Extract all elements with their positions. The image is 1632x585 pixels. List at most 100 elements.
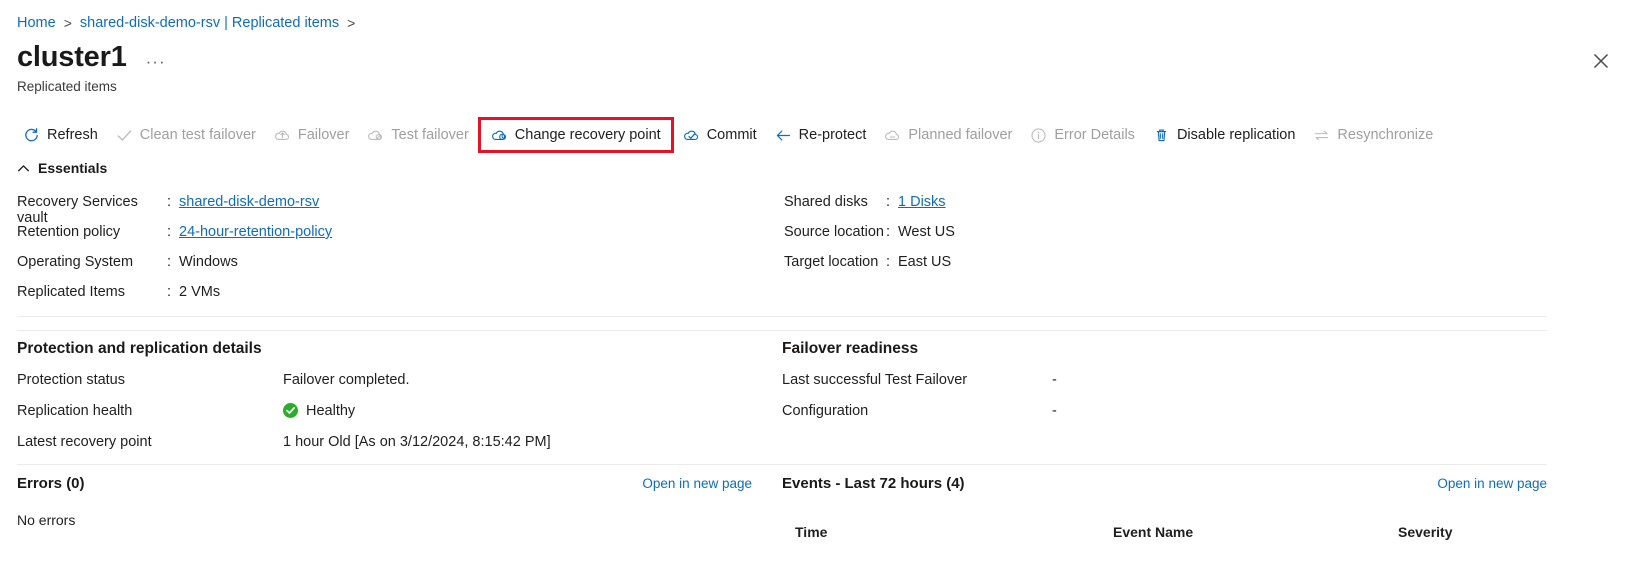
events-column-severity[interactable]: Severity bbox=[1398, 524, 1547, 540]
essentials-key: Retention policy bbox=[17, 224, 121, 240]
resynchronize-button[interactable]: Resynchronize bbox=[1304, 120, 1442, 150]
chevron-up-icon bbox=[17, 162, 30, 175]
errors-panel-title: Errors (0) bbox=[17, 475, 85, 492]
protection-details-list: Protection status Failover completed. Re… bbox=[17, 364, 551, 457]
disable-replication-button[interactable]: Disable replication bbox=[1144, 120, 1304, 150]
essentials-colon: : bbox=[167, 254, 172, 270]
essentials-row-replicated-items: Replicated Items : 2 VMs bbox=[17, 284, 332, 314]
change-recovery-point-cloud-icon bbox=[491, 127, 508, 144]
planned-failover-cloud-icon bbox=[884, 127, 901, 144]
essentials-row-operating-system: Operating System : Windows bbox=[17, 254, 332, 284]
replication-health-label: Replication health bbox=[17, 402, 133, 419]
page-title-row: cluster1 ··· bbox=[17, 40, 166, 74]
close-icon[interactable] bbox=[1588, 48, 1614, 74]
commit-button[interactable]: Commit bbox=[674, 120, 766, 150]
breadcrumb-item-replicated-items[interactable]: shared-disk-demo-rsv | Replicated items bbox=[80, 14, 339, 32]
essentials-label: Essentials bbox=[38, 160, 108, 176]
breadcrumb-separator: > bbox=[63, 15, 72, 31]
protection-status-row: Protection status Failover completed. bbox=[17, 364, 551, 395]
essentials-key: Shared disks bbox=[784, 194, 868, 210]
operating-system-value: Windows bbox=[179, 254, 238, 270]
events-table: Time Event Name Severity bbox=[782, 522, 1547, 540]
divider-bottom bbox=[17, 464, 1547, 465]
failover-button-label: Failover bbox=[297, 126, 350, 143]
test-failover-button[interactable]: Test failover bbox=[358, 120, 477, 150]
essentials-left-column: Recovery Services vault : shared-disk-de… bbox=[17, 194, 332, 314]
command-bar: Refresh Clean test failover Failover Tes… bbox=[14, 120, 1442, 150]
checkmark-icon bbox=[116, 127, 133, 144]
essentials-colon: : bbox=[886, 254, 891, 270]
protection-status-label: Protection status bbox=[17, 371, 125, 388]
info-icon bbox=[1030, 127, 1047, 144]
source-location-value: West US bbox=[898, 224, 955, 240]
retention-policy-link[interactable]: 24-hour-retention-policy bbox=[179, 224, 332, 240]
essentials-colon: : bbox=[886, 194, 891, 210]
change-recovery-point-label: Change recovery point bbox=[514, 126, 661, 143]
errors-open-in-new-page-link[interactable]: Open in new page bbox=[642, 474, 752, 494]
events-panel-title: Events - Last 72 hours (4) bbox=[782, 475, 965, 492]
re-protect-button-label: Re-protect bbox=[798, 126, 867, 143]
refresh-icon bbox=[23, 127, 40, 144]
errors-panel-header: Errors (0) Open in new page bbox=[17, 474, 752, 494]
protection-status-value: Failover completed. bbox=[283, 371, 410, 388]
essentials-row-source-location: Source location : West US bbox=[784, 224, 955, 254]
re-protect-button[interactable]: Re-protect bbox=[766, 120, 876, 150]
essentials-colon: : bbox=[167, 284, 172, 300]
breadcrumb-item-home[interactable]: Home bbox=[17, 14, 56, 32]
shared-disks-link[interactable]: 1 Disks bbox=[898, 194, 946, 210]
error-details-button-label: Error Details bbox=[1054, 126, 1135, 143]
configuration-label: Configuration bbox=[782, 402, 869, 419]
page-title: cluster1 bbox=[17, 41, 127, 73]
divider-lower bbox=[17, 330, 1547, 331]
essentials-key: Operating System bbox=[17, 254, 134, 270]
essentials-colon: : bbox=[167, 224, 172, 240]
events-table-header-row: Time Event Name Severity bbox=[782, 522, 1547, 540]
essentials-key: Target location bbox=[784, 254, 879, 270]
last-successful-test-failover-value: - bbox=[1052, 371, 1057, 388]
change-recovery-point-button[interactable]: Change recovery point bbox=[481, 120, 671, 150]
commit-button-label: Commit bbox=[706, 126, 757, 143]
essentials-toggle[interactable]: Essentials bbox=[17, 160, 107, 176]
last-successful-test-failover-row: Last successful Test Failover - bbox=[782, 364, 1057, 395]
more-options-button[interactable]: ··· bbox=[146, 53, 166, 70]
refresh-button-label: Refresh bbox=[47, 126, 98, 143]
breadcrumb: Home > shared-disk-demo-rsv | Replicated… bbox=[17, 14, 363, 32]
arrow-left-icon bbox=[775, 127, 792, 144]
failover-cloud-icon bbox=[274, 127, 291, 144]
planned-failover-button-label: Planned failover bbox=[908, 126, 1013, 143]
disable-replication-label: Disable replication bbox=[1176, 126, 1296, 143]
failover-readiness-title: Failover readiness bbox=[782, 340, 919, 357]
resynchronize-button-label: Resynchronize bbox=[1337, 126, 1434, 143]
recovery-services-vault-link[interactable]: shared-disk-demo-rsv bbox=[179, 194, 319, 210]
essentials-colon: : bbox=[886, 224, 891, 240]
resync-arrows-icon bbox=[1313, 127, 1330, 144]
target-location-value: East US bbox=[898, 254, 952, 270]
latest-recovery-point-label: Latest recovery point bbox=[17, 433, 152, 450]
clean-test-failover-button[interactable]: Clean test failover bbox=[107, 120, 265, 150]
events-column-event-name[interactable]: Event Name bbox=[1113, 524, 1398, 540]
error-details-button[interactable]: Error Details bbox=[1021, 120, 1144, 150]
essentials-key: Recovery Services vault bbox=[17, 194, 138, 226]
planned-failover-button[interactable]: Planned failover bbox=[875, 120, 1021, 150]
events-panel-header: Events - Last 72 hours (4) Open in new p… bbox=[782, 474, 1547, 494]
replication-health-row: Replication health Healthy bbox=[17, 395, 551, 426]
essentials-key: Source location bbox=[784, 224, 884, 240]
essentials-row-retention-policy: Retention policy : 24-hour-retention-pol… bbox=[17, 224, 332, 254]
essentials-row-target-location: Target location : East US bbox=[784, 254, 955, 284]
replication-health-value: Healthy bbox=[306, 402, 356, 419]
protection-details-title: Protection and replication details bbox=[17, 340, 262, 357]
replication-health-value-wrap: Healthy bbox=[283, 403, 355, 419]
refresh-button[interactable]: Refresh bbox=[14, 120, 107, 150]
trash-icon bbox=[1153, 127, 1170, 144]
configuration-row: Configuration - bbox=[782, 395, 1057, 426]
failover-button[interactable]: Failover bbox=[265, 120, 359, 150]
test-failover-cloud-icon bbox=[367, 127, 384, 144]
essentials-row-recovery-services-vault: Recovery Services vault : shared-disk-de… bbox=[17, 194, 332, 226]
errors-empty-text: No errors bbox=[17, 512, 76, 528]
failover-readiness-list: Last successful Test Failover - Configur… bbox=[782, 364, 1057, 426]
last-successful-test-failover-label: Last successful Test Failover bbox=[782, 371, 968, 388]
essentials-colon: : bbox=[167, 194, 172, 210]
events-column-time[interactable]: Time bbox=[782, 524, 1113, 540]
latest-recovery-point-value: 1 hour Old [As on 3/12/2024, 8:15:42 PM] bbox=[283, 433, 551, 450]
events-open-in-new-page-link[interactable]: Open in new page bbox=[1437, 474, 1547, 494]
